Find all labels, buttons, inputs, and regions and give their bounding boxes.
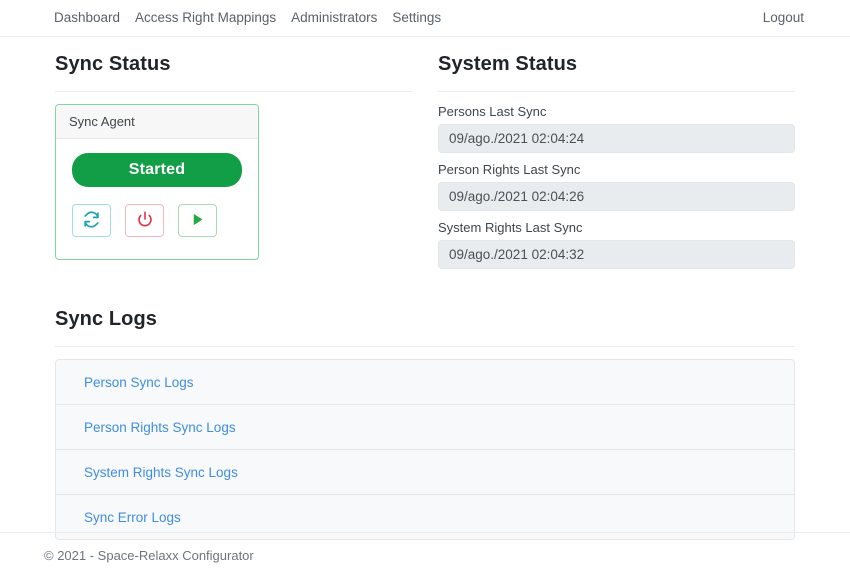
nav-item-dashboard[interactable]: Dashboard	[54, 11, 120, 25]
play-icon	[190, 212, 205, 230]
person-rights-sync-logs-link[interactable]: Person Rights Sync Logs	[84, 420, 236, 435]
sync-status-column: Sync Status Sync Agent Started	[55, 51, 412, 278]
system-status-column: System Status Persons Last Sync Person R…	[438, 51, 795, 278]
person-rights-last-sync-group: Person Rights Last Sync	[438, 162, 795, 211]
sync-logs-divider	[55, 346, 795, 347]
system-status-title: System Status	[438, 53, 578, 75]
sync-logs-list: Person Sync Logs Person Rights Sync Logs…	[55, 359, 795, 540]
sync-logs-section: Sync Logs Person Sync Logs Person Rights…	[55, 306, 795, 540]
top-row: Sync Status Sync Agent Started System St…	[55, 51, 795, 278]
top-navbar: Dashboard Access Right Mappings Administ…	[0, 0, 850, 37]
person-sync-logs-link[interactable]: Person Sync Logs	[84, 375, 194, 390]
persons-last-sync-input[interactable]	[438, 124, 795, 153]
stop-agent-button[interactable]	[125, 204, 164, 237]
sync-error-logs-link[interactable]: Sync Error Logs	[84, 510, 181, 525]
system-rights-last-sync-label: System Rights Last Sync	[438, 220, 583, 235]
footer-copyright: © 2021 - Space-Relaxx Configurator	[44, 548, 254, 563]
persons-last-sync-group: Persons Last Sync	[438, 104, 795, 153]
sync-agent-card-header: Sync Agent	[56, 105, 258, 139]
nav-item-administrators[interactable]: Administrators	[291, 11, 377, 25]
sync-status-title: Sync Status	[55, 53, 171, 75]
sync-logs-title: Sync Logs	[55, 308, 158, 330]
logout-link[interactable]: Logout	[763, 11, 804, 25]
person-rights-last-sync-input[interactable]	[438, 182, 795, 211]
navbar-right: Logout	[763, 11, 804, 25]
person-rights-last-sync-label: Person Rights Last Sync	[438, 162, 581, 177]
persons-last-sync-label: Persons Last Sync	[438, 104, 547, 119]
sync-agent-actions	[72, 204, 242, 237]
system-status-divider	[438, 91, 795, 92]
list-item[interactable]: System Rights Sync Logs	[56, 450, 794, 495]
start-agent-button[interactable]	[178, 204, 217, 237]
sync-agent-card-body: Started	[56, 139, 258, 259]
sync-agent-card: Sync Agent Started	[55, 104, 259, 260]
power-icon	[137, 211, 153, 230]
list-item[interactable]: Person Rights Sync Logs	[56, 405, 794, 450]
page-footer: © 2021 - Space-Relaxx Configurator	[0, 532, 850, 563]
list-item[interactable]: Person Sync Logs	[56, 360, 794, 405]
refresh-sync-button[interactable]	[72, 204, 111, 237]
nav-links: Dashboard Access Right Mappings Administ…	[54, 11, 441, 25]
sync-status-divider	[55, 91, 412, 92]
system-rights-last-sync-group: System Rights Last Sync	[438, 220, 795, 269]
nav-item-settings[interactable]: Settings	[392, 11, 441, 25]
refresh-icon	[83, 211, 100, 231]
nav-item-access-right-mappings[interactable]: Access Right Mappings	[135, 11, 276, 25]
sync-status-badge[interactable]: Started	[72, 153, 242, 187]
page-container: Sync Status Sync Agent Started System St…	[55, 37, 795, 540]
system-rights-last-sync-input[interactable]	[438, 240, 795, 269]
system-rights-sync-logs-link[interactable]: System Rights Sync Logs	[84, 465, 238, 480]
